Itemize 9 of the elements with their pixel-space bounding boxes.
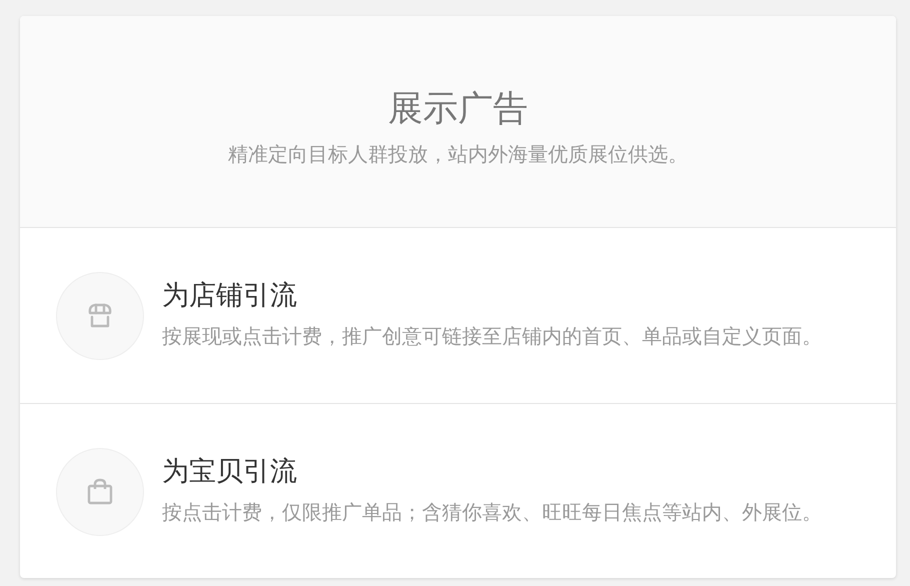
option-row[interactable]: 为店铺引流 按展现或点击计费，推广创意可链接至店铺内的首页、单品或自定义页面。: [20, 228, 896, 404]
option-description: 按展现或点击计费，推广创意可链接至店铺内的首页、单品或自定义页面。: [162, 323, 822, 350]
bag-icon: [85, 476, 115, 506]
option-title: 为宝贝引流: [162, 457, 298, 487]
option-description: 按点击计费，仅限推广单品；含猜你喜欢、旺旺每日焦点等站内、外展位。: [162, 499, 822, 526]
card-title: 展示广告: [388, 89, 528, 129]
option-title: 为店铺引流: [162, 281, 298, 311]
card-subtitle: 精准定向目标人群投放，站内外海量优质展位供选。: [228, 141, 688, 168]
option-row[interactable]: 为宝贝引流 按点击计费，仅限推广单品；含猜你喜欢、旺旺每日焦点等站内、外展位。: [20, 404, 896, 578]
